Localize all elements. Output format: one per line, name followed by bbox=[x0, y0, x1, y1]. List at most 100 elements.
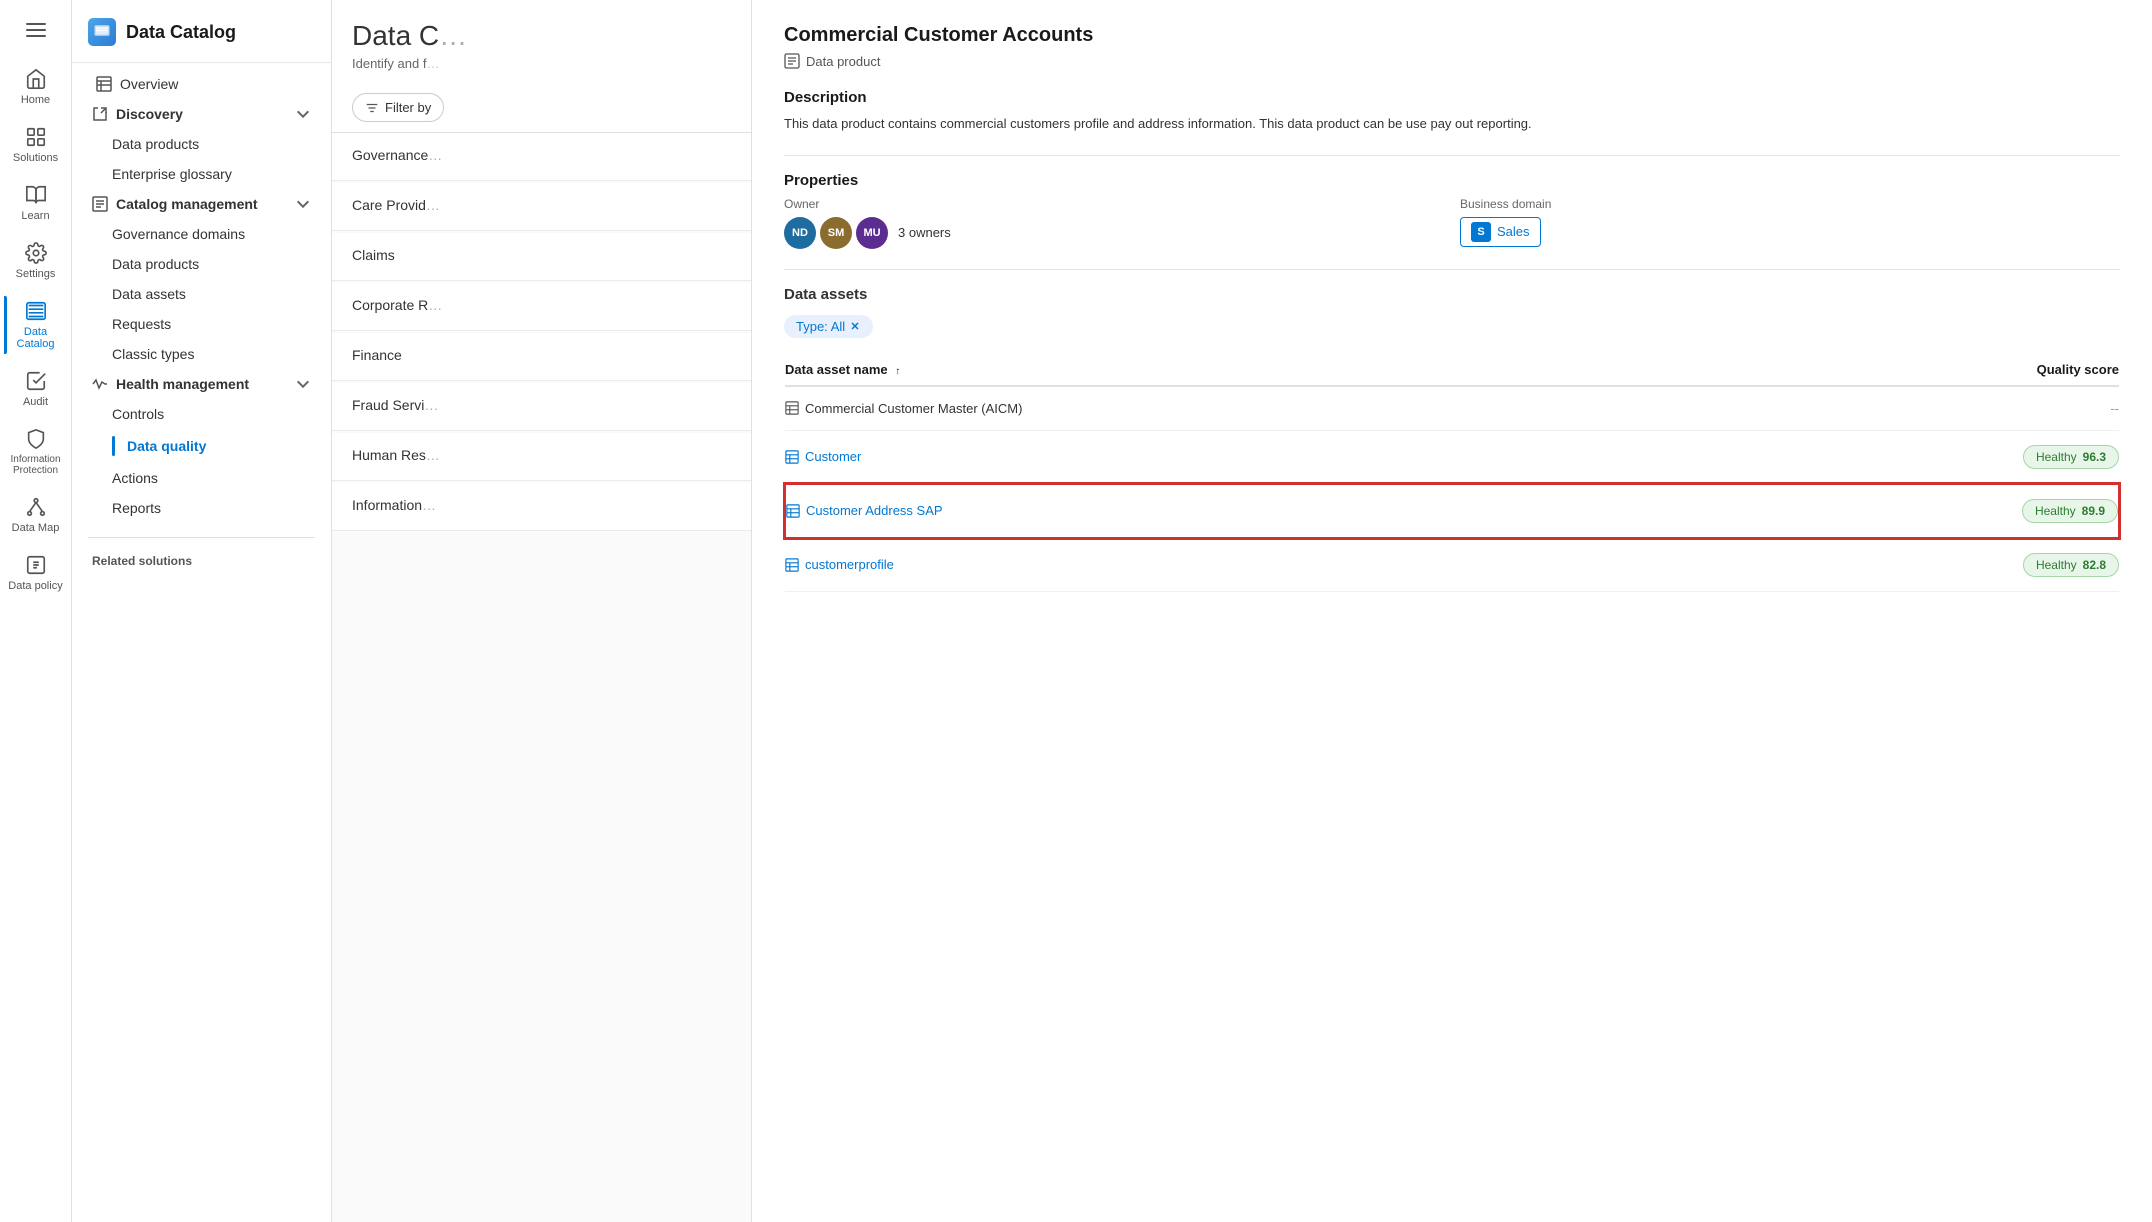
nav-data-map[interactable]: Data Map bbox=[4, 488, 68, 542]
asset-name-cell: Customer bbox=[785, 430, 1732, 484]
list-item-care[interactable]: Care Provid… bbox=[332, 183, 751, 231]
sidebar-group-discovery[interactable]: Discovery bbox=[76, 99, 327, 129]
nav-home[interactable]: Home bbox=[4, 60, 68, 114]
sidebar-data-products-catalog-label: Data products bbox=[112, 256, 199, 272]
asset-score-cell: Healthy 82.8 bbox=[1732, 538, 2119, 592]
sidebar-item-enterprise-glossary[interactable]: Enterprise glossary bbox=[76, 159, 327, 189]
asset-name-cell: Commercial Customer Master (AICM) bbox=[785, 386, 1732, 431]
type-filter-chip[interactable]: Type: All bbox=[784, 315, 873, 338]
type-filter-label: Type: All bbox=[796, 319, 845, 334]
list-item-governance-name: Governance… bbox=[352, 147, 731, 163]
sidebar-discovery-label: Discovery bbox=[116, 106, 183, 122]
sidebar-item-reports[interactable]: Reports bbox=[76, 493, 327, 523]
list-item-claims[interactable]: Claims bbox=[332, 233, 751, 281]
asset-table: Data asset name ↑ Quality score bbox=[784, 354, 2120, 592]
list-item-information[interactable]: Information… bbox=[332, 483, 751, 531]
sidebar: Data Catalog Overview Discovery bbox=[72, 0, 332, 1222]
owner-count: 3 owners bbox=[898, 225, 951, 240]
sidebar-item-data-products-discovery[interactable]: Data products bbox=[76, 129, 327, 159]
table-grid-icon bbox=[786, 504, 800, 518]
table-grid-icon bbox=[785, 450, 799, 464]
sidebar-group-health-management[interactable]: Health management bbox=[76, 369, 327, 399]
list-item-corporate[interactable]: Corporate R… bbox=[332, 283, 751, 331]
nav-settings-label: Settings bbox=[16, 268, 56, 280]
filter-icon bbox=[365, 101, 379, 115]
sidebar-actions-label: Actions bbox=[112, 470, 158, 486]
detail-properties-title: Properties bbox=[784, 172, 2120, 189]
quality-score: 82.8 bbox=[2083, 558, 2106, 572]
nav-solutions[interactable]: Solutions bbox=[4, 118, 68, 172]
quality-label: Healthy bbox=[2035, 504, 2076, 518]
nav-learn[interactable]: Learn bbox=[4, 176, 68, 230]
detail-divider-1 bbox=[784, 155, 2120, 156]
sort-icon: ↑ bbox=[895, 366, 900, 377]
nav-settings[interactable]: Settings bbox=[4, 234, 68, 288]
table-row: Commercial Customer Master (AICM) -- bbox=[785, 386, 2119, 431]
business-domain-name: Sales bbox=[1497, 224, 1530, 239]
asset-name-text: Commercial Customer Master (AICM) bbox=[805, 401, 1022, 416]
business-domain-badge[interactable]: S Sales bbox=[1460, 217, 1541, 247]
sidebar-item-controls[interactable]: Controls bbox=[76, 399, 327, 429]
quality-badge-customer-address: Healthy 89.9 bbox=[2022, 499, 2118, 523]
sidebar-item-data-quality[interactable]: Data quality bbox=[76, 429, 327, 463]
detail-description-text: This data product contains commercial cu… bbox=[784, 114, 2120, 135]
quality-score: 89.9 bbox=[2082, 504, 2105, 518]
quality-label: Healthy bbox=[2036, 558, 2077, 572]
detail-title: Commercial Customer Accounts bbox=[784, 24, 2120, 47]
filter-by-label: Filter by bbox=[385, 100, 431, 115]
quality-label: Healthy bbox=[2036, 450, 2077, 464]
sidebar-catalog-management-label: Catalog management bbox=[116, 196, 258, 212]
list-item-fraud[interactable]: Fraud Servi… bbox=[332, 383, 751, 431]
asset-name-cell: Customer Address SAP bbox=[785, 484, 1732, 538]
list-item-governance[interactable]: Governance… bbox=[332, 133, 751, 181]
list-item-finance[interactable]: Finance bbox=[332, 333, 751, 381]
sidebar-group-catalog-management[interactable]: Catalog management bbox=[76, 189, 327, 219]
icon-nav: Home Solutions Learn Settings Data bbox=[0, 0, 72, 1222]
asset-score-cell: Healthy 89.9 bbox=[1732, 484, 2119, 538]
table-row: Customer Address SAP Healthy 89.9 bbox=[785, 484, 2119, 538]
table-grid-icon bbox=[785, 558, 799, 572]
asset-name-link[interactable]: Customer bbox=[805, 449, 861, 464]
nav-learn-label: Learn bbox=[21, 210, 49, 222]
sidebar-related-solutions-label: Related solutions bbox=[72, 546, 331, 572]
business-domain-initial: S bbox=[1471, 222, 1491, 242]
detail-panel: Commercial Customer Accounts Data produc… bbox=[752, 0, 2152, 1222]
sidebar-item-requests[interactable]: Requests bbox=[76, 309, 327, 339]
sidebar-data-products-discovery-label: Data products bbox=[112, 136, 199, 152]
asset-name-link[interactable]: customerprofile bbox=[805, 557, 894, 572]
sidebar-item-data-products-catalog[interactable]: Data products bbox=[76, 249, 327, 279]
quality-score: 96.3 bbox=[2083, 450, 2106, 464]
detail-description-title: Description bbox=[784, 89, 2120, 106]
list-item-human-name: Human Res… bbox=[352, 447, 731, 463]
list-item-fraud-name: Fraud Servi… bbox=[352, 397, 731, 413]
data-assets-title: Data assets bbox=[784, 286, 2120, 303]
nav-data-policy-label: Data policy bbox=[8, 580, 62, 592]
sidebar-item-classic-types[interactable]: Classic types bbox=[76, 339, 327, 369]
quality-badge-customer: Healthy 96.3 bbox=[2023, 445, 2119, 469]
nav-information-protection[interactable]: Information Protection bbox=[4, 420, 68, 484]
catalog-panel-subtitle: Identify and f… bbox=[352, 56, 731, 71]
detail-type-row: Data product bbox=[784, 53, 2120, 69]
data-product-icon bbox=[784, 53, 800, 69]
sidebar-enterprise-glossary-label: Enterprise glossary bbox=[112, 166, 232, 182]
list-item-human[interactable]: Human Res… bbox=[332, 433, 751, 481]
sidebar-item-overview[interactable]: Overview bbox=[76, 69, 327, 99]
asset-name-link-highlighted[interactable]: Customer Address SAP bbox=[806, 503, 943, 518]
nav-data-policy[interactable]: Data policy bbox=[4, 546, 68, 600]
business-domain-label: Business domain bbox=[1460, 197, 2120, 211]
nav-data-map-label: Data Map bbox=[12, 522, 60, 534]
hamburger-menu[interactable] bbox=[4, 12, 68, 48]
sidebar-health-management-label: Health management bbox=[116, 376, 249, 392]
sidebar-catalog-icon bbox=[88, 18, 116, 46]
asset-score-cell: -- bbox=[1732, 386, 2119, 431]
nav-home-label: Home bbox=[21, 94, 50, 106]
sidebar-item-data-assets[interactable]: Data assets bbox=[76, 279, 327, 309]
nav-audit[interactable]: Audit bbox=[4, 362, 68, 416]
nav-data-catalog[interactable]: Data Catalog bbox=[4, 292, 68, 358]
filter-by-button[interactable]: Filter by bbox=[352, 93, 444, 122]
sidebar-item-governance-domains[interactable]: Governance domains bbox=[76, 219, 327, 249]
main-area: Data C… Identify and f… Filter by Govern… bbox=[332, 0, 2152, 1222]
avatar-sm: SM bbox=[820, 217, 852, 249]
detail-divider-2 bbox=[784, 269, 2120, 270]
sidebar-item-actions[interactable]: Actions bbox=[76, 463, 327, 493]
